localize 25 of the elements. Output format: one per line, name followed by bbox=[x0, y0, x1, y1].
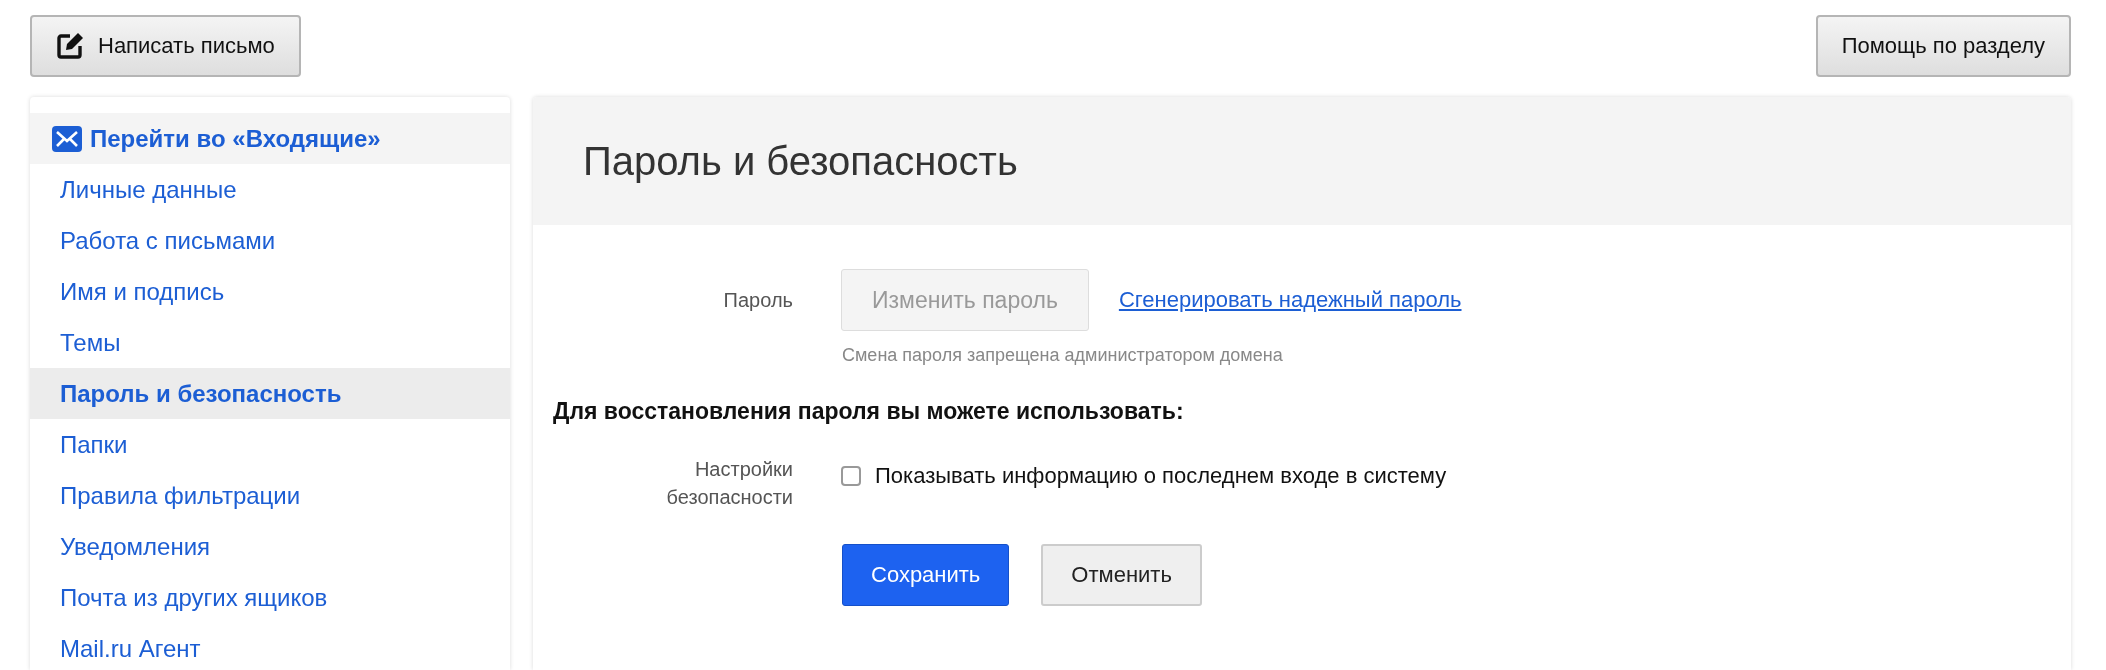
sidebar-item[interactable]: Личные данные bbox=[30, 164, 510, 215]
help-button[interactable]: Помощь по разделу bbox=[1815, 15, 2071, 77]
generate-password-link[interactable]: Сгенерировать надежный пароль bbox=[1118, 287, 1462, 313]
hint-text: Смена пароля запрещена администратором домена bbox=[842, 345, 1284, 366]
cancel-button[interactable]: Отменить bbox=[1041, 544, 1202, 606]
envelope-icon bbox=[52, 125, 82, 152]
inbox-link[interactable]: Перейти во «Входящие» bbox=[30, 113, 510, 164]
save-button[interactable]: Сохранить bbox=[842, 544, 1010, 606]
security-settings-label: Настройки безопасности bbox=[665, 457, 793, 510]
password-label: Пароль bbox=[722, 288, 793, 312]
sidebar-item[interactable]: Уведомления bbox=[30, 521, 510, 572]
sidebar-item[interactable]: Работа с письмами bbox=[30, 215, 510, 266]
sidebar-item[interactable]: Правила фильтрации bbox=[30, 470, 510, 521]
sidebar-item[interactable]: Почта из других ящиков bbox=[30, 572, 510, 623]
section-heading: Для восстановления пароля вы можете использовать: bbox=[553, 398, 1185, 425]
compose-button[interactable]: Написать письмо bbox=[30, 15, 301, 77]
panel-title: Пароль и безопасность bbox=[583, 138, 1018, 184]
sidebar-item[interactable]: Папки bbox=[30, 419, 510, 470]
sidebar-item[interactable]: Имя и подпись bbox=[30, 266, 510, 317]
sidebar-item[interactable]: Пароль и безопасность bbox=[30, 368, 510, 419]
checkbox[interactable] bbox=[841, 466, 861, 486]
edit-icon bbox=[56, 32, 84, 60]
sidebar-item[interactable]: Темы bbox=[30, 317, 510, 368]
sidebar-item[interactable]: Mail.ru Агент bbox=[30, 623, 510, 670]
checkbox-label[interactable]: Показывать информацию о последнем входе в систему bbox=[875, 463, 1447, 489]
